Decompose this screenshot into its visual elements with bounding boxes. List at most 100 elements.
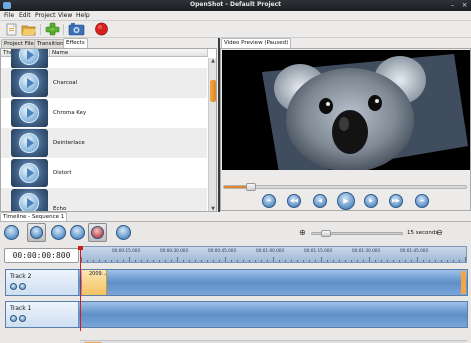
- ruler-tick: [183, 260, 184, 262]
- ruler-tick: [393, 260, 394, 262]
- effect-thumbnail: [11, 129, 48, 157]
- ruler-tick: [135, 260, 136, 262]
- menu-project[interactable]: Project: [35, 12, 56, 19]
- ruler-tick: [201, 260, 202, 262]
- tab-timeline-sequence[interactable]: Timeline - Sequence 1: [0, 212, 68, 221]
- zoom-in-icon[interactable]: ⊕: [299, 228, 306, 237]
- step-back-button[interactable]: ◀: [313, 194, 327, 208]
- track-name: Track 2: [10, 273, 32, 280]
- track-1[interactable]: Track 1: [5, 301, 468, 328]
- export-video-icon[interactable]: [68, 22, 85, 36]
- ruler-tick: [81, 257, 82, 262]
- ruler-label: 00:01:00.000: [256, 248, 285, 253]
- ruler-tick: [405, 260, 406, 262]
- ruler-tick: [333, 260, 334, 262]
- list-item[interactable]: Deinterlace: [1, 128, 207, 158]
- razor-tool-icon[interactable]: [51, 225, 66, 240]
- scroll-up-icon[interactable]: ▲: [210, 58, 216, 64]
- fast-forward-button[interactable]: ▶▶: [389, 194, 403, 208]
- ruler-tick: [273, 257, 274, 262]
- video-preview: [222, 50, 470, 170]
- track-end-handle[interactable]: [461, 271, 466, 294]
- add-marker-icon[interactable]: [116, 225, 131, 240]
- effect-thumbnail: [11, 189, 48, 211]
- ruler-label: 00:00:30.000: [160, 248, 189, 253]
- ruler-tick: [369, 257, 370, 262]
- ruler-tick: [267, 260, 268, 262]
- effect-thumbnail: [11, 99, 48, 127]
- ruler-tick: [171, 260, 172, 262]
- ruler-tick: [387, 260, 388, 262]
- window-title: OpenShot - Default Project: [189, 1, 281, 8]
- snapping-toggle-icon[interactable]: [88, 223, 107, 242]
- ruler-tick: [189, 260, 190, 262]
- track-2[interactable]: Track 2 2009...: [5, 269, 468, 296]
- ruler-tick: [159, 260, 160, 262]
- effects-panel: Project Files Transitions Effects Thumb …: [0, 38, 218, 212]
- track-audio-icon[interactable]: [19, 283, 26, 290]
- add-files-icon[interactable]: [45, 22, 60, 36]
- list-item[interactable]: Chroma Key: [1, 98, 207, 128]
- close-icon[interactable]: ×: [460, 1, 469, 9]
- ruler-tick: [93, 260, 94, 262]
- effect-thumbnail: [11, 159, 48, 187]
- record-icon[interactable]: [94, 22, 109, 36]
- track-visibility-icon[interactable]: [10, 283, 17, 290]
- ruler-tick: [165, 260, 166, 262]
- select-tool-icon[interactable]: [27, 223, 46, 242]
- ruler-tick: [357, 260, 358, 262]
- minimize-icon[interactable]: –: [448, 1, 457, 9]
- new-project-icon[interactable]: [4, 22, 19, 36]
- tab-video-preview[interactable]: Video Preview (Paused): [221, 38, 292, 48]
- add-track-icon[interactable]: [4, 225, 19, 240]
- menu-file[interactable]: File: [4, 12, 14, 19]
- preview-frame: ⏮ ◀◀ ◀ ▶ ▶ ▶▶ ⏭: [220, 48, 471, 211]
- tab-effects[interactable]: Effects: [63, 38, 88, 48]
- ruler-tick: [231, 260, 232, 262]
- scrollbar-thumb[interactable]: [210, 80, 216, 102]
- track-visibility-icon[interactable]: [10, 315, 17, 322]
- jump-to-end-button[interactable]: ⏭: [415, 194, 429, 208]
- effect-thumbnail: [11, 49, 48, 69]
- ruler-tick: [303, 260, 304, 262]
- ruler-tick: [255, 260, 256, 262]
- ruler-tick: [345, 260, 346, 262]
- list-item[interactable]: Echo: [1, 188, 207, 211]
- ruler-tick: [327, 260, 328, 262]
- menu-view[interactable]: View: [58, 12, 72, 19]
- ruler-tick: [375, 260, 376, 262]
- timeline-ruler[interactable]: 00:00:15.000 00:00:30.000 00:00:45.000 0…: [80, 246, 467, 263]
- resize-tool-icon[interactable]: [70, 225, 85, 240]
- seek-handle[interactable]: [246, 183, 257, 191]
- play-button[interactable]: ▶: [337, 192, 355, 210]
- menu-help[interactable]: Help: [76, 12, 90, 19]
- ruler-label: 00:01:15.000: [304, 248, 333, 253]
- preview-seek-slider[interactable]: [223, 183, 467, 191]
- ruler-tick: [363, 260, 364, 262]
- ruler-label: 00:00:45.000: [208, 248, 237, 253]
- list-item[interactable]: Distort: [1, 158, 207, 188]
- zoom-slider[interactable]: [311, 230, 403, 237]
- vertical-scrollbar[interactable]: ▲ ▼: [208, 58, 216, 211]
- menu-edit[interactable]: Edit: [19, 12, 31, 19]
- effect-name: Distort: [53, 170, 72, 176]
- zoom-handle[interactable]: [321, 230, 332, 237]
- rewind-button[interactable]: ◀◀: [287, 194, 301, 208]
- timeline-panel: Timeline - Sequence 1 ⊕ 15 seconds ⊖ 00:…: [0, 212, 471, 343]
- zoom-out-icon[interactable]: ⊖: [436, 228, 443, 237]
- ruler-tick: [453, 260, 454, 262]
- step-forward-button[interactable]: ▶: [364, 194, 378, 208]
- jump-to-start-button[interactable]: ⏮: [262, 194, 276, 208]
- open-project-icon[interactable]: [21, 22, 36, 36]
- preview-panel: Video Preview (Paused) ⏮ ◀◀ ◀ ▶ ▶ ▶▶ ⏭: [220, 38, 471, 212]
- playhead[interactable]: [78, 246, 83, 331]
- track-name: Track 1: [10, 305, 32, 312]
- ruler-tick: [435, 260, 436, 262]
- clip-label: 2009...: [89, 271, 107, 277]
- seek-progress: [224, 186, 249, 188]
- list-item[interactable]: Charcoal: [1, 68, 207, 98]
- ruler-tick: [195, 260, 196, 262]
- ruler-tick: [279, 260, 280, 262]
- track-audio-icon[interactable]: [19, 315, 26, 322]
- timeline-clip[interactable]: 2009...: [82, 270, 107, 295]
